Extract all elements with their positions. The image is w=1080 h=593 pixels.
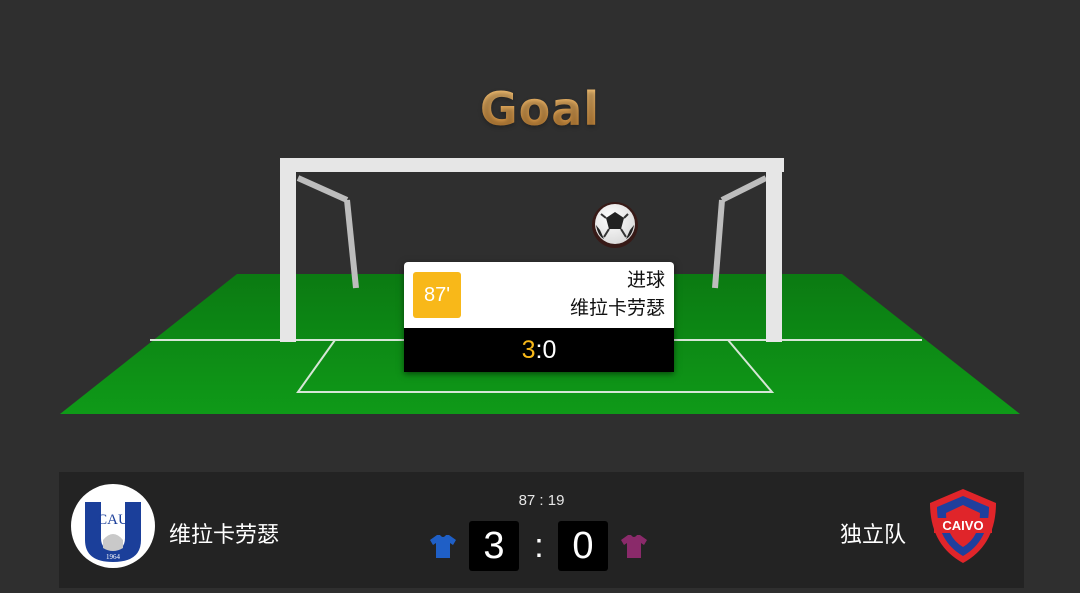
away-logo-text: CAIVO	[942, 518, 983, 533]
goal-event-card: 87' 进球 维拉卡劳瑟 3:0	[404, 262, 674, 372]
home-logo-text: CAU	[97, 512, 129, 528]
home-team-name[interactable]: 维拉卡劳瑟	[169, 517, 279, 549]
soccer-ball-icon	[592, 202, 638, 248]
away-team-name[interactable]: 独立队	[840, 517, 906, 549]
score-separator: :	[534, 527, 544, 565]
home-logo-year: 1964	[106, 553, 121, 561]
event-type-label: 进球	[626, 269, 665, 291]
event-info: 87' 进球 维拉卡劳瑟	[404, 262, 674, 328]
goal-left-post	[280, 158, 296, 342]
away-crest-icon: CAIVO	[930, 489, 996, 563]
home-jersey-icon	[430, 535, 456, 558]
away-team-logo[interactable]: CAIVO	[928, 487, 998, 565]
event-team-name: 维拉卡劳瑟	[569, 297, 665, 319]
match-clock: 87 : 19	[518, 492, 565, 509]
goal-back-right	[720, 175, 768, 203]
scoreboard: CAU 1964 维拉卡劳瑟 87 : 19 3 : 0 独立队 CAIVO	[59, 472, 1024, 588]
goal-crossbar	[280, 158, 784, 172]
goal-back-left	[296, 175, 349, 203]
away-score: 0	[558, 521, 608, 571]
event-score-away: :0	[535, 336, 557, 364]
goal-right-post	[766, 158, 782, 342]
event-score-home: 3	[521, 336, 536, 364]
away-jersey-icon	[621, 535, 647, 558]
event-minute-badge: 87'	[413, 272, 461, 318]
event-score: 3:0	[404, 328, 674, 372]
home-score: 3	[469, 521, 519, 571]
